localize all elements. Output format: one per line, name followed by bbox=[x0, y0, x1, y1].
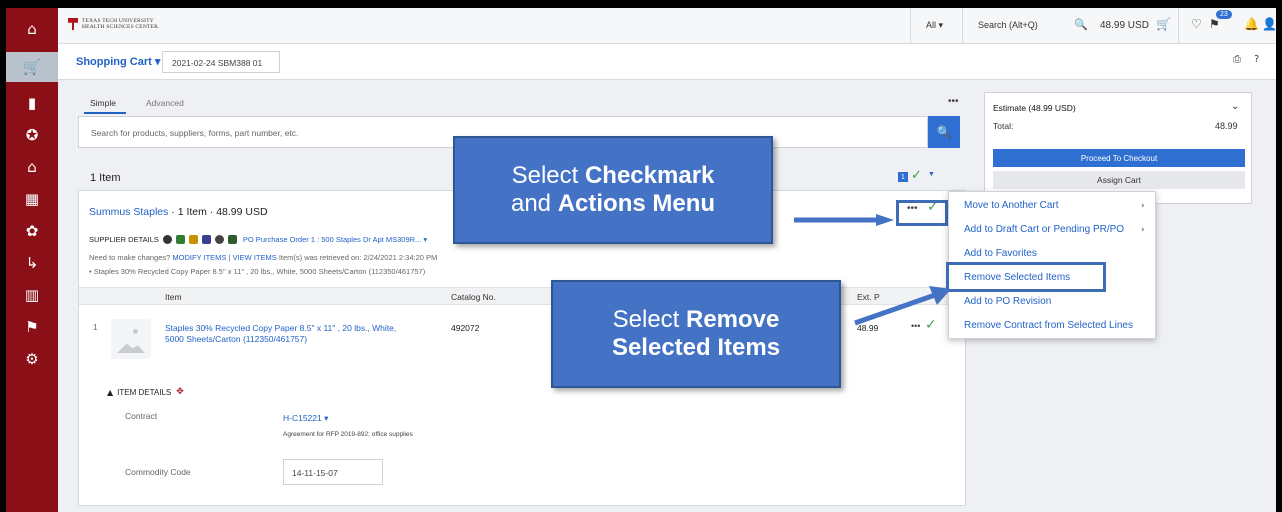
cart-icon[interactable]: 🛒 bbox=[6, 52, 58, 82]
arrow-to-remove-items bbox=[854, 286, 951, 326]
divider bbox=[962, 8, 963, 44]
separator: | bbox=[228, 253, 231, 262]
callout-remove-items: Select Remove Selected Items bbox=[551, 280, 841, 388]
menu-add-to-po-revision[interactable]: Add to PO Revision bbox=[964, 296, 1051, 307]
item-count: 1 Item bbox=[90, 172, 121, 184]
award-icon[interactable]: ✪ bbox=[6, 120, 58, 150]
green-icon bbox=[175, 235, 185, 244]
menu-move-to-another-cart[interactable]: Move to Another Cart bbox=[964, 200, 1059, 211]
search-icon[interactable]: 🔍 bbox=[1074, 18, 1088, 31]
shopping-cart-dropdown[interactable]: Shopping Cart ▾ bbox=[76, 55, 160, 68]
assign-cart-button[interactable]: Assign Cart bbox=[993, 171, 1245, 189]
view-items-link[interactable]: VIEW ITEMS bbox=[233, 253, 277, 262]
search-icon: 🔍 bbox=[936, 125, 952, 139]
commodity-code-label: Commodity Code bbox=[125, 467, 191, 477]
checkmark-highlight bbox=[896, 200, 948, 226]
callout-checkmark-actions: Select Checkmark and Actions Menu bbox=[453, 136, 773, 244]
divider bbox=[1178, 8, 1179, 44]
global-search-input[interactable]: Search (Alt+Q) bbox=[978, 20, 1038, 30]
divider bbox=[910, 8, 911, 44]
flag-icon[interactable]: ⚑ bbox=[1209, 17, 1220, 31]
user-icon[interactable]: 👤 bbox=[1262, 17, 1276, 31]
modify-notice: Need to make changes? MODIFY ITEMS | VIE… bbox=[89, 253, 437, 262]
chevron-up-icon: ▲ bbox=[107, 387, 114, 397]
local-icon bbox=[227, 235, 237, 244]
app-frame: ⌂ 🛒 ▮ ✪ ⌂ ▦ ✿ ↳ ▥ ⚑ ⚙ TEXAS TECH UNIVERS… bbox=[6, 8, 1276, 512]
certified-icon bbox=[214, 235, 224, 244]
estimate-panel: Estimate (48.99 USD) ⌄ Total: 48.99 Proc… bbox=[984, 92, 1252, 204]
receiving-icon[interactable]: ▦ bbox=[6, 184, 58, 214]
estimate-total-label: Total: bbox=[993, 121, 1014, 131]
handtruck-icon[interactable]: ↳ bbox=[6, 248, 58, 278]
orders-icon[interactable]: ▮ bbox=[6, 88, 58, 118]
search-scope-dropdown[interactable]: All ▾ bbox=[926, 20, 943, 31]
catalog-icon bbox=[201, 235, 211, 244]
supplier-details: SUPPLIER DETAILS PO Purchase Order 1 : 5… bbox=[89, 235, 427, 244]
dollar-icon bbox=[188, 235, 198, 244]
reports-icon[interactable]: ▥ bbox=[6, 280, 58, 310]
help-icon[interactable]: ? bbox=[1254, 54, 1259, 65]
col-item: Item bbox=[165, 292, 182, 302]
supplier-details-label[interactable]: SUPPLIER DETAILS bbox=[89, 235, 159, 244]
tab-simple[interactable]: Simple bbox=[90, 98, 116, 108]
cart-total[interactable]: 48.99 USD bbox=[1100, 20, 1149, 31]
home-icon[interactable]: ⌂ bbox=[6, 14, 58, 44]
po-dropdown[interactable]: PO Purchase Order 1 : 500 Staples Dr Apt… bbox=[243, 235, 427, 244]
chevron-down-icon[interactable]: ⌄ bbox=[1231, 101, 1239, 112]
chevron-right-icon: › bbox=[1141, 201, 1145, 211]
tab-advanced[interactable]: Advanced bbox=[146, 98, 184, 108]
catalog-number: 492072 bbox=[451, 323, 480, 333]
remove-items-highlight bbox=[946, 262, 1106, 292]
details-icon: ✥ bbox=[176, 387, 184, 397]
contract-description: Agreement for RFP 2019-892; office suppl… bbox=[283, 431, 413, 438]
active-tab-indicator bbox=[84, 112, 126, 114]
arrow-to-checkmark bbox=[794, 214, 894, 226]
commodity-code-field[interactable]: 14-11-15-07 bbox=[283, 459, 383, 485]
bell-icon[interactable]: 🔔 bbox=[1244, 17, 1259, 31]
bulk-actions-caret-icon[interactable]: ▼ bbox=[928, 171, 935, 178]
diversity-icon bbox=[162, 235, 172, 244]
supplier-meta: · 1 Item · 48.99 USD bbox=[168, 206, 268, 218]
org-logo[interactable]: TEXAS TECH UNIVERSITY HEALTH SCIENCES CE… bbox=[68, 18, 160, 30]
select-all-checkmark-icon[interactable]: ✓ bbox=[911, 168, 922, 183]
product-image-placeholder bbox=[111, 319, 151, 359]
modify-items-link[interactable]: MODIFY ITEMS bbox=[172, 253, 226, 262]
retrieved-text: Item(s) was retrieved on: 2/24/2021 2:34… bbox=[278, 253, 438, 262]
bank-icon[interactable]: ⌂ bbox=[6, 152, 58, 182]
menu-remove-contract[interactable]: Remove Contract from Selected Lines bbox=[964, 320, 1133, 331]
changes-prefix: Need to make changes? bbox=[89, 253, 171, 262]
selected-count-badge: 1 bbox=[898, 172, 908, 182]
notification-badge[interactable]: 23 bbox=[1216, 10, 1232, 19]
print-icon[interactable]: ⎙ bbox=[1233, 54, 1241, 65]
suppliers-icon[interactable]: ⚑ bbox=[6, 312, 58, 342]
left-nav: ⌂ 🛒 ▮ ✪ ⌂ ▦ ✿ ↳ ▥ ⚑ ⚙ bbox=[6, 8, 58, 512]
item-name-link[interactable]: Staples 30% Recycled Copy Paper 8.5" x 1… bbox=[165, 323, 405, 345]
contract-label: Contract bbox=[125, 411, 158, 421]
supplier-name-link[interactable]: Summus Staples bbox=[89, 206, 168, 218]
estimate-title: Estimate (48.99 USD) bbox=[993, 103, 1076, 113]
top-bar: TEXAS TECH UNIVERSITY HEALTH SCIENCES CE… bbox=[58, 8, 1276, 44]
search-more-menu[interactable]: ••• bbox=[948, 96, 959, 107]
row-number: 1 bbox=[93, 323, 98, 332]
estimate-total-value: 48.99 bbox=[1215, 121, 1238, 131]
cart-header: Shopping Cart ▾ 2021-02-24 SBM388 01 ⎙ ? bbox=[58, 44, 1276, 80]
item-details-label: ITEM DETAILS bbox=[117, 387, 172, 397]
contract-dropdown[interactable]: H-C15221 ▾ bbox=[283, 413, 328, 424]
item-summary: • Staples 30% Recycled Copy Paper 8.5" x… bbox=[89, 267, 426, 276]
settings-icon[interactable]: ⚙ bbox=[6, 344, 58, 374]
cart-name-field[interactable]: 2021-02-24 SBM388 01 bbox=[162, 51, 280, 73]
favorites-icon[interactable]: ♡ bbox=[1191, 17, 1202, 31]
menu-add-to-favorites[interactable]: Add to Favorites bbox=[964, 248, 1037, 259]
menu-add-to-draft-cart[interactable]: Add to Draft Cart or Pending PR/PO bbox=[964, 224, 1124, 235]
contracts-icon[interactable]: ✿ bbox=[6, 216, 58, 246]
item-details-toggle[interactable]: ▲ ITEM DETAILS ✥ bbox=[107, 387, 184, 397]
search-button[interactable]: 🔍 bbox=[928, 116, 960, 148]
cart-icon[interactable]: 🛒 bbox=[1156, 17, 1171, 31]
proceed-to-checkout-button[interactable]: Proceed To Checkout bbox=[993, 149, 1245, 167]
logo-mark bbox=[68, 18, 78, 30]
org-line-2: HEALTH SCIENCES CENTER. bbox=[82, 24, 160, 30]
col-catalog: Catalog No. bbox=[451, 292, 496, 302]
chevron-right-icon: › bbox=[1141, 225, 1145, 235]
